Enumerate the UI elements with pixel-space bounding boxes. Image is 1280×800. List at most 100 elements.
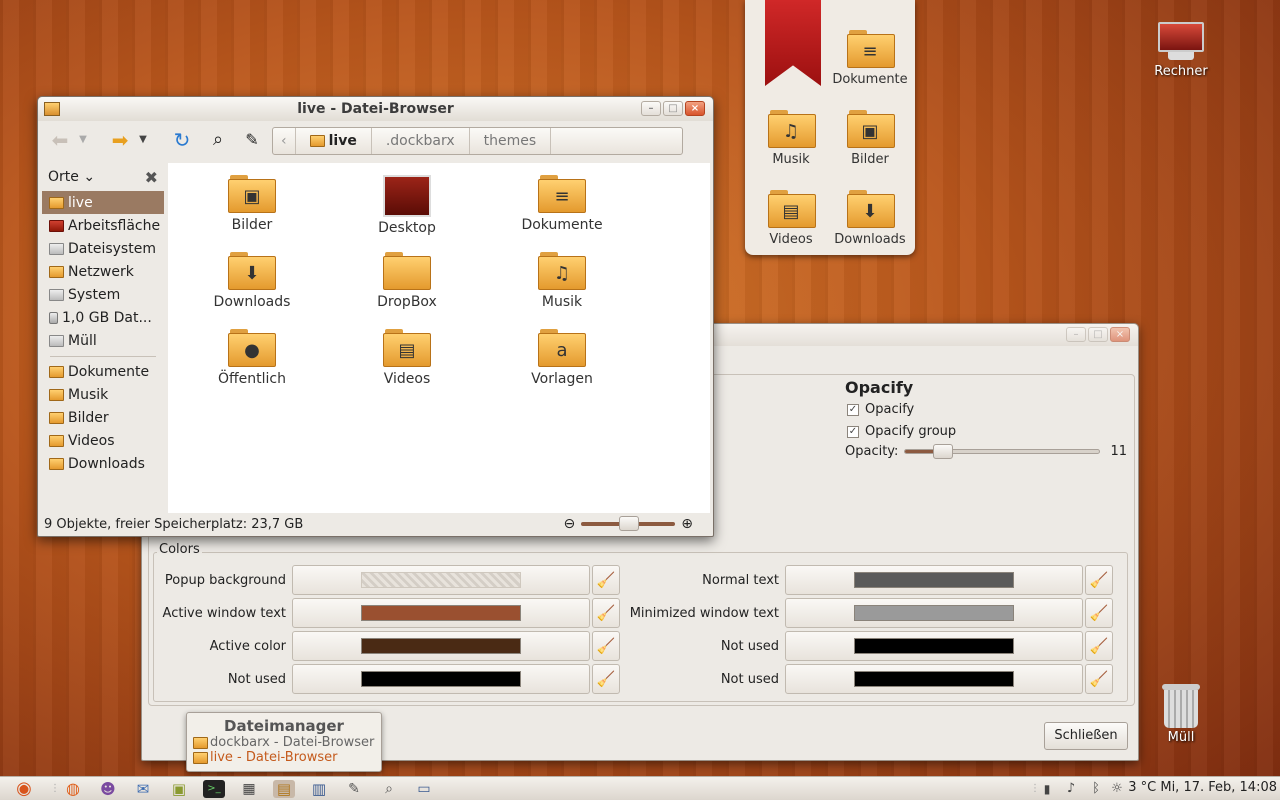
color-picker-button[interactable] (785, 565, 1083, 595)
breadcrumb-left-arrow-icon[interactable]: ‹ (273, 128, 296, 154)
close-window-button[interactable]: × (1110, 327, 1130, 342)
firefox-icon[interactable]: ◍ (62, 780, 84, 798)
desktop-computer-icon[interactable]: Rechner (1141, 22, 1221, 79)
sidebar-item-place[interactable]: Arbeitsfläche (42, 214, 164, 237)
color-picker-button[interactable] (292, 664, 590, 694)
clock[interactable]: 3 °C Mi, 17. Feb, 14:08 (1128, 780, 1277, 795)
opacity-slider[interactable] (904, 444, 1101, 459)
zoom-slider[interactable] (581, 516, 676, 531)
color-label: Normal text (702, 572, 779, 588)
terminal-icon[interactable]: >_ (203, 780, 225, 798)
close-button[interactable]: Schließen (1044, 722, 1128, 750)
breadcrumb-item-themes[interactable]: themes (470, 128, 552, 154)
color-picker-button[interactable] (292, 598, 590, 628)
color-row: Not used 🧹 (615, 631, 1113, 661)
sidebar-item-bookmark[interactable]: Downloads (42, 452, 164, 475)
sidebar-item-place[interactable]: live (42, 191, 164, 214)
sidebar-item-place[interactable]: Müll (42, 329, 164, 352)
volume-icon[interactable]: ♪ (1060, 780, 1082, 798)
file-item[interactable]: Desktop (342, 175, 472, 236)
file-item[interactable]: ▣ Bilder (187, 175, 317, 233)
zoom-slider-handle[interactable] (619, 516, 640, 531)
sidebar-item-place[interactable]: Dateisystem (42, 237, 164, 260)
downloads-folder-icon: ⬇ (847, 190, 895, 230)
color-picker-button[interactable] (785, 631, 1083, 661)
text-editor-icon[interactable]: ✎ (343, 780, 365, 798)
reset-broom-icon[interactable]: 🧹 (1085, 598, 1113, 628)
stack-item-videos[interactable]: ▤ Videos (751, 190, 831, 247)
folder-icon: ≡ (538, 175, 586, 215)
opacify-group-label: Opacify group (865, 424, 957, 439)
color-picker-button[interactable] (785, 598, 1083, 628)
stack-item-music[interactable]: ♫ Musik (751, 110, 831, 167)
back-history-chevron-icon[interactable]: ▼ (76, 127, 90, 153)
color-picker-button[interactable] (785, 664, 1083, 694)
system-monitor-icon[interactable]: ▦ (238, 780, 260, 798)
tooltip-title: Dateimanager (224, 717, 344, 735)
edit-location-icon[interactable]: ✎ (238, 127, 266, 153)
sidebar-item-place[interactable]: System (42, 283, 164, 306)
breadcrumb-item-dockbarx[interactable]: .dockbarx (372, 128, 470, 154)
bluetooth-icon[interactable]: ᛒ (1085, 780, 1107, 798)
image-viewer-icon[interactable]: ⌕ (378, 780, 400, 798)
window-icon[interactable]: ▭ (413, 780, 435, 798)
color-picker-button[interactable] (292, 565, 590, 595)
sidebar-item-bookmark[interactable]: Dokumente (42, 360, 164, 383)
desktop-trash-icon[interactable]: Müll (1141, 684, 1221, 745)
file-browser-titlebar[interactable]: live - Datei-Browser – □ × (38, 97, 713, 121)
file-item[interactable]: DropBox (342, 252, 472, 310)
reset-broom-icon[interactable]: 🧹 (1085, 664, 1113, 694)
network-signal-icon[interactable]: ▮ (1036, 780, 1058, 798)
thunderbird-icon[interactable]: ✉ (132, 780, 154, 798)
zoom-out-icon[interactable]: ⊖ (564, 516, 576, 532)
breadcrumb-item-live[interactable]: live (296, 128, 372, 154)
folder-app-icon[interactable]: ▣ (168, 780, 190, 798)
sidebar-item-bookmark[interactable]: Videos (42, 429, 164, 452)
stack-item-label: Downloads (834, 232, 906, 247)
back-arrow-icon[interactable]: ⬅ (46, 127, 74, 153)
search-icon[interactable]: ⌕ (204, 127, 232, 153)
file-item[interactable]: ≡ Dokumente (497, 175, 627, 233)
tooltip-window-item[interactable]: dockbarx - Datei-Browser (187, 735, 381, 750)
file-view[interactable]: ▣ Bilder Desktop ≡ Dokumente ⬇ Downloads DropBo… (168, 163, 710, 513)
opacify-group-checkbox[interactable]: ✓ Opacify group (847, 424, 956, 439)
minimize-button[interactable]: – (641, 101, 661, 116)
close-window-button[interactable]: × (685, 101, 705, 116)
weather-sun-icon[interactable]: ☼ (1106, 780, 1128, 798)
maximize-button[interactable]: □ (1088, 327, 1108, 342)
color-picker-button[interactable] (292, 631, 590, 661)
desktop-trash-label: Müll (1167, 730, 1195, 745)
ubuntu-menu-icon[interactable]: ◉ (8, 780, 40, 798)
opacity-slider-handle[interactable] (932, 444, 953, 459)
sidebar-item-bookmark[interactable]: Bilder (42, 406, 164, 429)
sidebar-item-bookmark[interactable]: Musik (42, 383, 164, 406)
reset-broom-icon[interactable]: 🧹 (1085, 565, 1113, 595)
file-item[interactable]: ● Öffentlich (187, 329, 317, 387)
network-app-icon[interactable]: ▥ (308, 780, 330, 798)
minimize-button[interactable]: – (1066, 327, 1086, 342)
reset-broom-icon[interactable]: 🧹 (1085, 631, 1113, 661)
file-item[interactable]: a Vorlagen (497, 329, 627, 387)
opacify-checkbox[interactable]: ✓ Opacify (847, 402, 914, 417)
file-item[interactable]: ▤ Videos (342, 329, 472, 387)
stack-item-documents[interactable]: ≡ Dokumente (830, 30, 910, 87)
sidebar-item-place[interactable]: Netzwerk (42, 260, 164, 283)
forward-history-chevron-icon[interactable]: ▼ (136, 127, 150, 153)
stack-item-downloads[interactable]: ⬇ Downloads (830, 190, 910, 247)
zoom-in-icon[interactable]: ⊕ (681, 516, 693, 532)
tooltip-window-item-active[interactable]: live - Datei-Browser (187, 750, 381, 765)
sidebar-places-dropdown[interactable]: Orte ⌄ (48, 169, 95, 185)
close-sidebar-icon[interactable]: ✖ (145, 168, 158, 187)
stack-item-pictures[interactable]: ▣ Bilder (830, 110, 910, 167)
folder-icon: a (538, 329, 586, 369)
reload-icon[interactable]: ↻ (168, 127, 196, 153)
file-item[interactable]: ♫ Musik (497, 252, 627, 310)
file-manager-dock-icon[interactable]: ▤ (273, 780, 295, 798)
sidebar-item-place[interactable]: 1,0 GB Dat... (42, 306, 164, 329)
file-item[interactable]: ⬇ Downloads (187, 252, 317, 310)
color-swatch (854, 605, 1014, 621)
maximize-button[interactable]: □ (663, 101, 683, 116)
color-swatch (854, 572, 1014, 588)
pidgin-icon[interactable]: ☻ (97, 780, 119, 798)
forward-arrow-icon[interactable]: ➡ (106, 127, 134, 153)
